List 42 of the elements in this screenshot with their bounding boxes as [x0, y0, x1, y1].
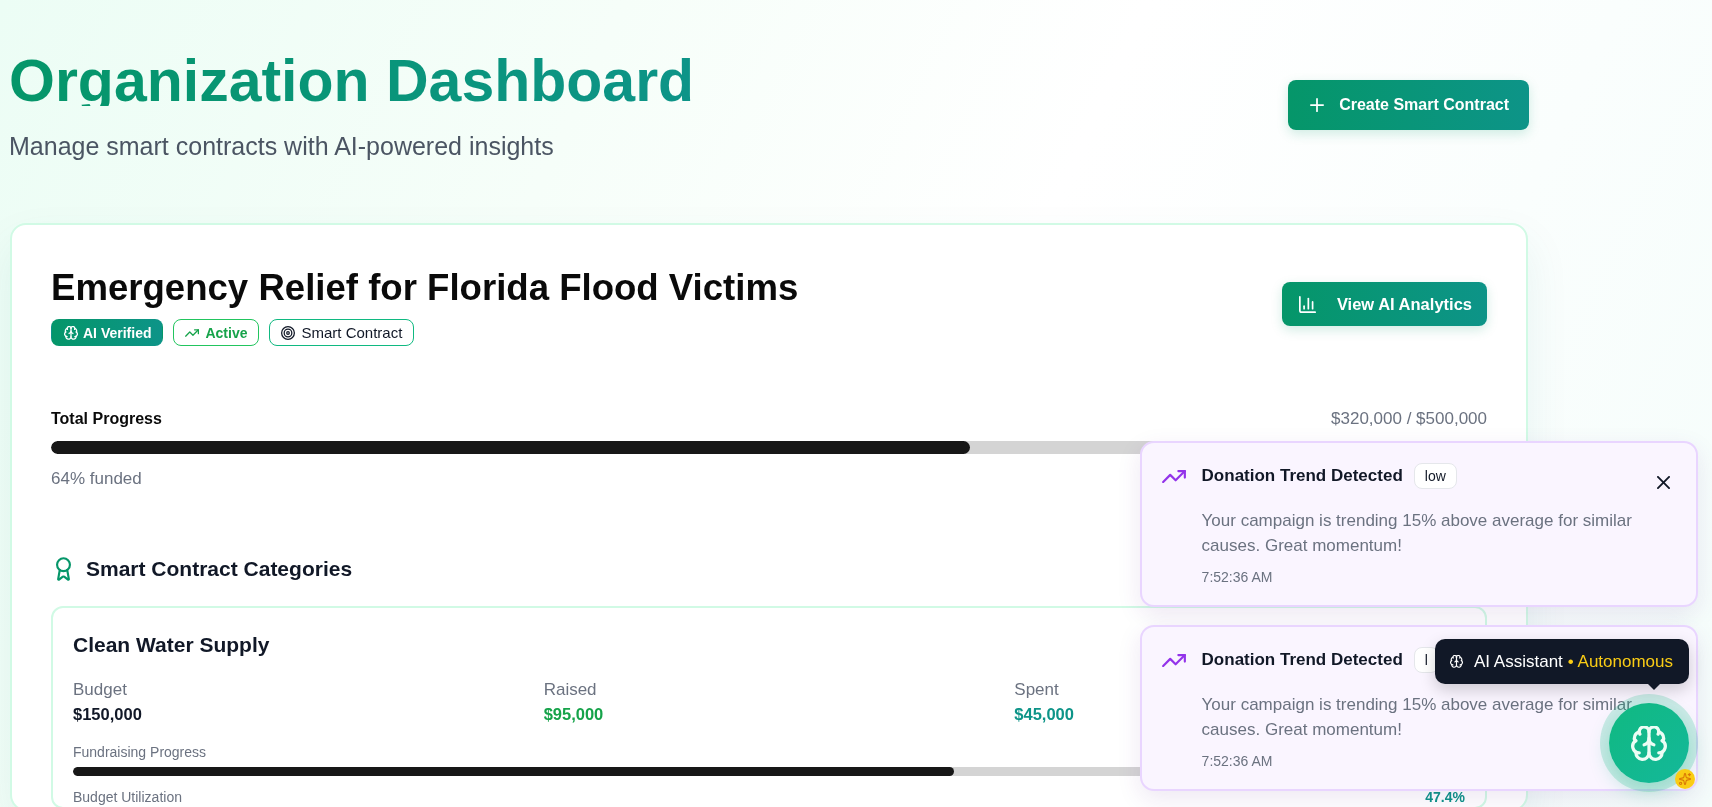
- analytics-button[interactable]: View AI Analytics: [1281, 282, 1487, 326]
- close-button[interactable]: [1657, 476, 1670, 489]
- progress-amount: $320,000 / $500,000: [1331, 408, 1487, 430]
- plus-icon: [1310, 98, 1325, 112]
- campaign-title: Emergency Relief for Florida Flood Victims: [51, 267, 799, 309]
- notification-message: Your campaign is trending 15% above average for similar causes. Great momentum!: [1201, 510, 1633, 557]
- stat-value: $45,000: [1014, 704, 1074, 725]
- stat-label: Spent: [1014, 679, 1059, 701]
- bar-chart-icon: [1298, 295, 1316, 313]
- award-icon: [56, 557, 71, 581]
- trend-up-icon: [1162, 470, 1186, 483]
- trend-up-icon: [1162, 654, 1186, 667]
- utilization-label: Budget Utilization: [73, 788, 182, 807]
- notification-time: 7:52:36 AM: [1201, 568, 1273, 587]
- stat-label: Raised: [543, 679, 597, 701]
- page-subtitle: Manage smart contracts with AI-powered insights: [9, 131, 554, 162]
- stat-value: $95,000: [543, 704, 604, 725]
- notification-time: 7:52:36 AM: [1201, 752, 1273, 771]
- funded-caption: 64% funded: [51, 468, 142, 490]
- notification-title: Donation Trend Detected: [1201, 650, 1403, 670]
- priority-badge: low: [1413, 463, 1457, 489]
- notification-title: Donation Trend Detected: [1201, 466, 1403, 486]
- brain-icon: [1631, 725, 1667, 761]
- close-icon: [1657, 476, 1670, 489]
- stat-value: $150,000: [73, 704, 142, 725]
- brain-icon: [64, 325, 78, 340]
- trend-up-icon: [185, 328, 200, 337]
- create-contract-button[interactable]: Create Smart Contract: [1288, 80, 1529, 130]
- badge-label: Smart Contract: [301, 323, 403, 342]
- assistant-status: • Autonomous: [1567, 651, 1673, 672]
- assistant-label: AI Assistant: [1474, 651, 1563, 672]
- utilization-percent: 47.4%: [1425, 788, 1465, 807]
- notification-message: Your campaign is trending 15% above average for similar causes. Great momentum!: [1201, 694, 1633, 741]
- stat-label: Budget: [73, 679, 127, 701]
- section-heading: Smart Contract Categories: [86, 556, 353, 582]
- progress-label: Total Progress: [51, 409, 162, 429]
- brain-icon: [1450, 655, 1463, 668]
- category-name: Clean Water Supply: [73, 632, 270, 658]
- target-icon: [280, 325, 295, 340]
- badge-label: AI Verified: [83, 323, 152, 342]
- fundraising-label: Fundraising Progress: [73, 743, 207, 762]
- badge-label: Active: [205, 323, 248, 342]
